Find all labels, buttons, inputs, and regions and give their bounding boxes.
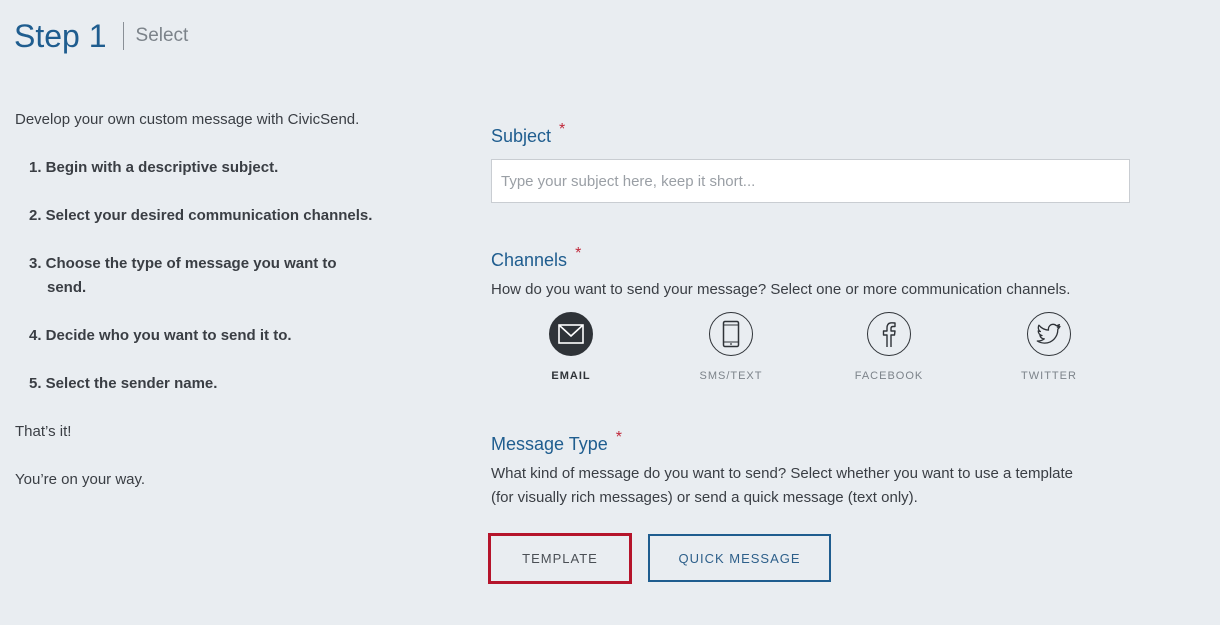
phone-icon[interactable] bbox=[709, 312, 753, 356]
instruction-step: 5. Select the sender name. bbox=[29, 375, 218, 392]
instructions-outro: That’s it! bbox=[15, 423, 72, 440]
instructions-steps: 1. Begin with a descriptive subject. 2. … bbox=[15, 156, 405, 396]
message-type-description: What kind of message do you want to send… bbox=[491, 465, 1074, 506]
instruction-step: 2. Select your desired communication cha… bbox=[29, 207, 373, 224]
required-mark: * bbox=[575, 245, 582, 262]
required-mark: * bbox=[615, 429, 622, 446]
channels-label: Channels * bbox=[491, 245, 1131, 272]
message-type-section: Message Type * What kind of message do y… bbox=[488, 429, 1131, 584]
channel-label: EMAIL bbox=[551, 370, 591, 382]
channels-description: How do you want to send your message? Se… bbox=[491, 281, 1071, 298]
page-header: Step 1 Select bbox=[14, 14, 188, 58]
instruction-step: 4. Decide who you want to send it to. bbox=[29, 327, 292, 344]
channel-twitter[interactable]: TWITTER bbox=[989, 312, 1109, 382]
instruction-step: 1. Begin with a descriptive subject. bbox=[29, 159, 279, 176]
subject-label-text: Subject bbox=[491, 126, 552, 146]
subject-input[interactable] bbox=[491, 159, 1130, 203]
subject-label: Subject * bbox=[491, 121, 1131, 148]
channel-facebook[interactable]: FACEBOOK bbox=[829, 312, 949, 382]
channel-sms[interactable]: SMS/TEXT bbox=[671, 312, 791, 382]
required-mark: * bbox=[559, 121, 566, 138]
instructions-outro-2: You’re on your way. bbox=[15, 471, 146, 488]
quick-message-button[interactable]: QUICK MESSAGE bbox=[648, 534, 831, 582]
template-button[interactable]: TEMPLATE bbox=[488, 533, 632, 584]
twitter-icon[interactable] bbox=[1027, 312, 1071, 356]
channel-selector: EMAIL SMS/TEXT FACEBOOK TWITTER bbox=[491, 312, 1131, 392]
message-type-buttons: TEMPLATE QUICK MESSAGE bbox=[488, 533, 1131, 584]
channels-section: Channels * How do you want to send your … bbox=[491, 245, 1131, 392]
message-type-label-text: Message Type bbox=[491, 434, 608, 454]
channel-label: SMS/TEXT bbox=[699, 370, 763, 382]
channels-label-text: Channels bbox=[491, 250, 568, 270]
facebook-icon[interactable] bbox=[867, 312, 911, 356]
instructions-intro: Develop your own custom message with Civ… bbox=[15, 111, 360, 128]
instruction-step: 3. Choose the type of message you want t… bbox=[29, 255, 337, 296]
instructions-panel: Develop your own custom message with Civ… bbox=[15, 108, 405, 516]
message-type-label: Message Type * bbox=[491, 429, 1131, 456]
channel-email[interactable]: EMAIL bbox=[511, 312, 631, 382]
channel-label: FACEBOOK bbox=[854, 370, 924, 382]
email-icon[interactable] bbox=[549, 312, 593, 356]
message-form: Subject * Channels * How do you want to … bbox=[488, 121, 1131, 584]
page-subtitle: Select bbox=[135, 25, 189, 46]
page-title: Step 1 bbox=[14, 18, 124, 54]
channel-label: TWITTER bbox=[1021, 370, 1077, 382]
